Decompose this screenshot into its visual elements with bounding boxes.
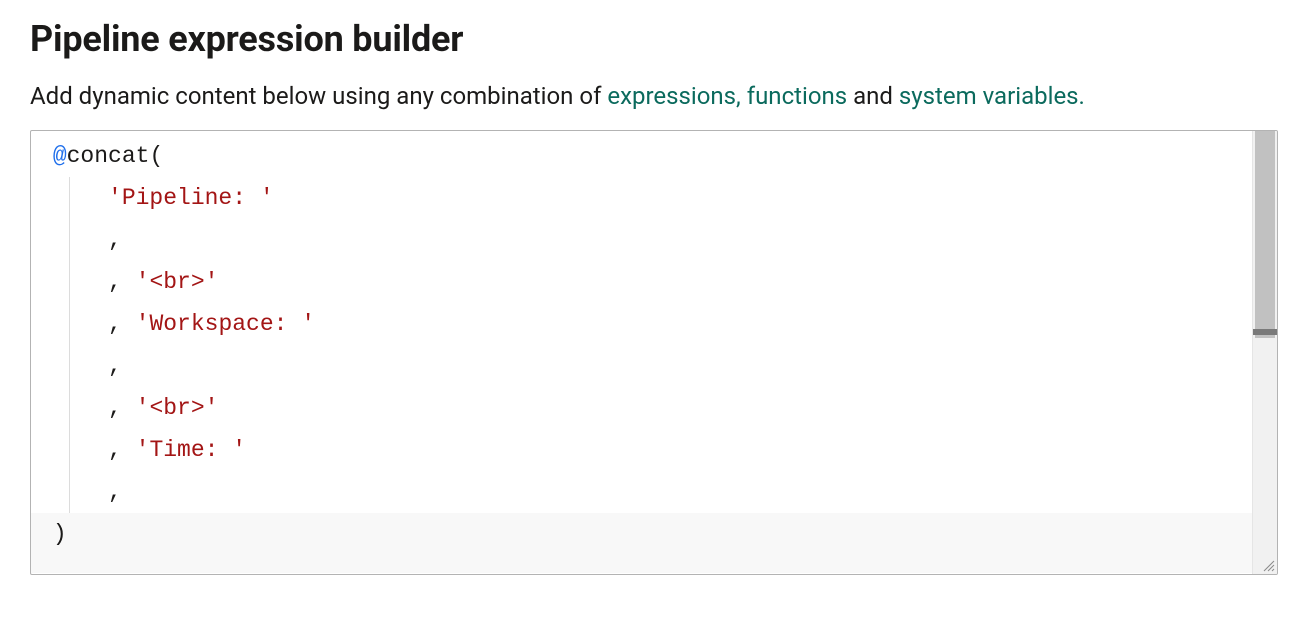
page-title: Pipeline expression builder	[30, 18, 1278, 60]
code-line[interactable]: ,	[39, 471, 1247, 513]
scrollbar-thumb[interactable]	[1255, 131, 1275, 338]
desc-mid: and	[847, 82, 899, 110]
link-expressions[interactable]: expressions,	[607, 82, 740, 110]
description-text: Add dynamic content below using any comb…	[30, 82, 1278, 110]
code-line[interactable]: )	[39, 513, 1247, 555]
scrollbar-marker	[1253, 329, 1277, 335]
code-line[interactable]: 'Pipeline: '	[39, 177, 1247, 219]
link-functions[interactable]: functions	[747, 82, 847, 110]
code-line[interactable]: , 'Time: '	[39, 429, 1247, 471]
code-line[interactable]: ,	[39, 345, 1247, 387]
code-line[interactable]: , '<br>'	[39, 261, 1247, 303]
editor-viewport[interactable]: @concat( 'Pipeline: ' , , '<br>' , 'Work…	[31, 131, 1253, 574]
link-system-variables[interactable]: system variables.	[899, 82, 1085, 110]
expression-editor[interactable]: @concat( 'Pipeline: ' , , '<br>' , 'Work…	[30, 130, 1278, 575]
desc-prefix: Add dynamic content below using any comb…	[30, 82, 607, 110]
code-line[interactable]: ,	[39, 219, 1247, 261]
code-line[interactable]: , '<br>'	[39, 387, 1247, 429]
editor-content[interactable]: @concat( 'Pipeline: ' , , '<br>' , 'Work…	[31, 131, 1253, 555]
vertical-scrollbar[interactable]	[1252, 131, 1277, 574]
code-line[interactable]: , 'Workspace: '	[39, 303, 1247, 345]
code-line[interactable]: @concat(	[39, 135, 1247, 177]
